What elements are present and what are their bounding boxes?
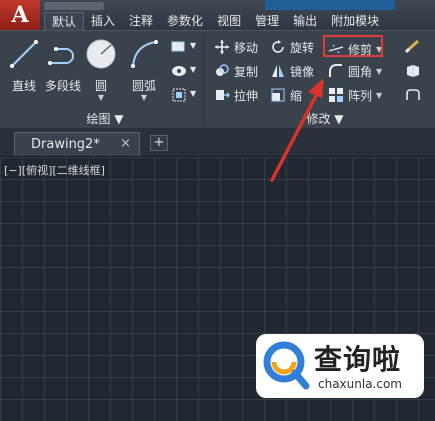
- polyline-tool-button[interactable]: 多段线: [42, 37, 84, 94]
- watermark-url: chaxunla.com: [318, 377, 402, 391]
- draw-panel-title[interactable]: 绘图 ▼: [60, 111, 150, 127]
- scale-icon: [271, 88, 285, 102]
- title-strip: [265, 0, 395, 10]
- rotate-icon: [272, 40, 284, 53]
- tab-default[interactable]: 默认: [44, 12, 85, 31]
- hatch-dropdown-icon[interactable]: ▼: [190, 65, 196, 74]
- arc-tool-label: 圆弧: [131, 79, 156, 93]
- line-tool-button[interactable]: 直线: [4, 37, 44, 94]
- array-button[interactable]: 阵列 ▼: [328, 85, 382, 105]
- stretch-button[interactable]: 拉伸: [214, 85, 258, 105]
- tab-annotate[interactable]: 注释: [122, 12, 160, 30]
- fillet-dropdown-icon[interactable]: ▼: [376, 67, 382, 76]
- panel-divider: [203, 35, 204, 125]
- ribbon-tab-bar: 默认 插入 注释 参数化 视图 管理 输出 附加模块: [44, 12, 386, 31]
- stretch-icon: [216, 90, 230, 100]
- watermark: 查询啦 chaxunla.com: [256, 334, 424, 398]
- line-icon: [10, 40, 38, 68]
- region-icon[interactable]: [170, 88, 188, 102]
- move-label: 移动: [234, 40, 259, 55]
- close-icon[interactable]: ×: [120, 136, 131, 151]
- copy-icon: [216, 64, 229, 76]
- tab-view[interactable]: 视图: [210, 12, 248, 30]
- watermark-title: 查询啦: [314, 343, 402, 376]
- new-tab-button[interactable]: +: [150, 135, 168, 151]
- rotate-label: 旋转: [290, 40, 315, 55]
- array-label: 阵列: [348, 88, 373, 103]
- line-tool-label: 直线: [11, 79, 36, 93]
- fillet-button[interactable]: 圆角 ▼: [328, 61, 382, 81]
- title-bar: A 默认 插入 注释 参数化 视图 管理 输出 附加模块: [0, 0, 435, 31]
- erase-icon[interactable]: [404, 39, 422, 53]
- drawing-tab-label: Drawing2*: [31, 137, 100, 152]
- rectangle-icon[interactable]: [170, 40, 188, 54]
- arc-dropdown-icon[interactable]: ▼: [124, 94, 164, 102]
- polyline-tool-label: 多段线: [44, 79, 81, 93]
- tab-addins[interactable]: 附加模块: [324, 12, 386, 30]
- stretch-label: 拉伸: [234, 88, 259, 103]
- offset-icon[interactable]: [404, 88, 422, 102]
- file-tab-bar: Drawing2* × +: [0, 128, 435, 157]
- region-dropdown-icon[interactable]: ▼: [190, 89, 196, 98]
- tab-manage[interactable]: 管理: [248, 12, 286, 30]
- mirror-label: 镜像: [290, 64, 315, 79]
- copy-label: 复制: [234, 64, 259, 79]
- mirror-icon: [272, 65, 284, 77]
- trim-highlight-box: [323, 35, 383, 57]
- array-dropdown-icon[interactable]: ▼: [376, 91, 382, 100]
- rectangle-dropdown-icon[interactable]: ▼: [190, 41, 196, 50]
- circle-dropdown-icon[interactable]: ▼: [84, 94, 118, 102]
- draw-panel-title-text: 绘图: [86, 112, 111, 126]
- circle-icon: [86, 39, 116, 69]
- tab-output[interactable]: 输出: [286, 12, 324, 30]
- arc-tool-button[interactable]: 圆弧 ▼: [124, 37, 164, 102]
- viewport-controls[interactable]: [−][俯视][二维线框]: [4, 162, 105, 178]
- scale-label: 缩: [290, 88, 303, 103]
- rotate-button[interactable]: 旋转: [270, 37, 314, 57]
- fillet-icon: [329, 64, 342, 77]
- hatch-icon[interactable]: [170, 64, 188, 78]
- move-button[interactable]: 移动: [214, 37, 258, 57]
- polyline-icon: [48, 47, 74, 65]
- explode-icon[interactable]: [404, 64, 422, 78]
- tab-insert[interactable]: 插入: [84, 12, 122, 30]
- circle-tool-label: 圆: [94, 79, 107, 93]
- scale-button[interactable]: 缩: [270, 85, 302, 105]
- quick-access-toolbar[interactable]: [44, 2, 104, 10]
- tab-parametric[interactable]: 参数化: [160, 12, 210, 30]
- application-menu-button[interactable]: A: [0, 0, 40, 30]
- fillet-label: 圆角: [348, 64, 373, 79]
- array-icon: [329, 88, 343, 102]
- drawing-tab[interactable]: Drawing2* ×: [14, 132, 140, 156]
- magnifier-logo-icon: [263, 341, 310, 390]
- modify-panel-title[interactable]: 修改 ▼: [290, 111, 360, 127]
- mirror-button[interactable]: 镜像: [270, 61, 314, 81]
- modify-panel-title-text: 修改: [306, 112, 331, 126]
- copy-button[interactable]: 复制: [214, 61, 258, 81]
- arc-icon: [131, 40, 158, 68]
- move-icon: [215, 40, 229, 54]
- circle-tool-button[interactable]: 圆 ▼: [84, 37, 118, 102]
